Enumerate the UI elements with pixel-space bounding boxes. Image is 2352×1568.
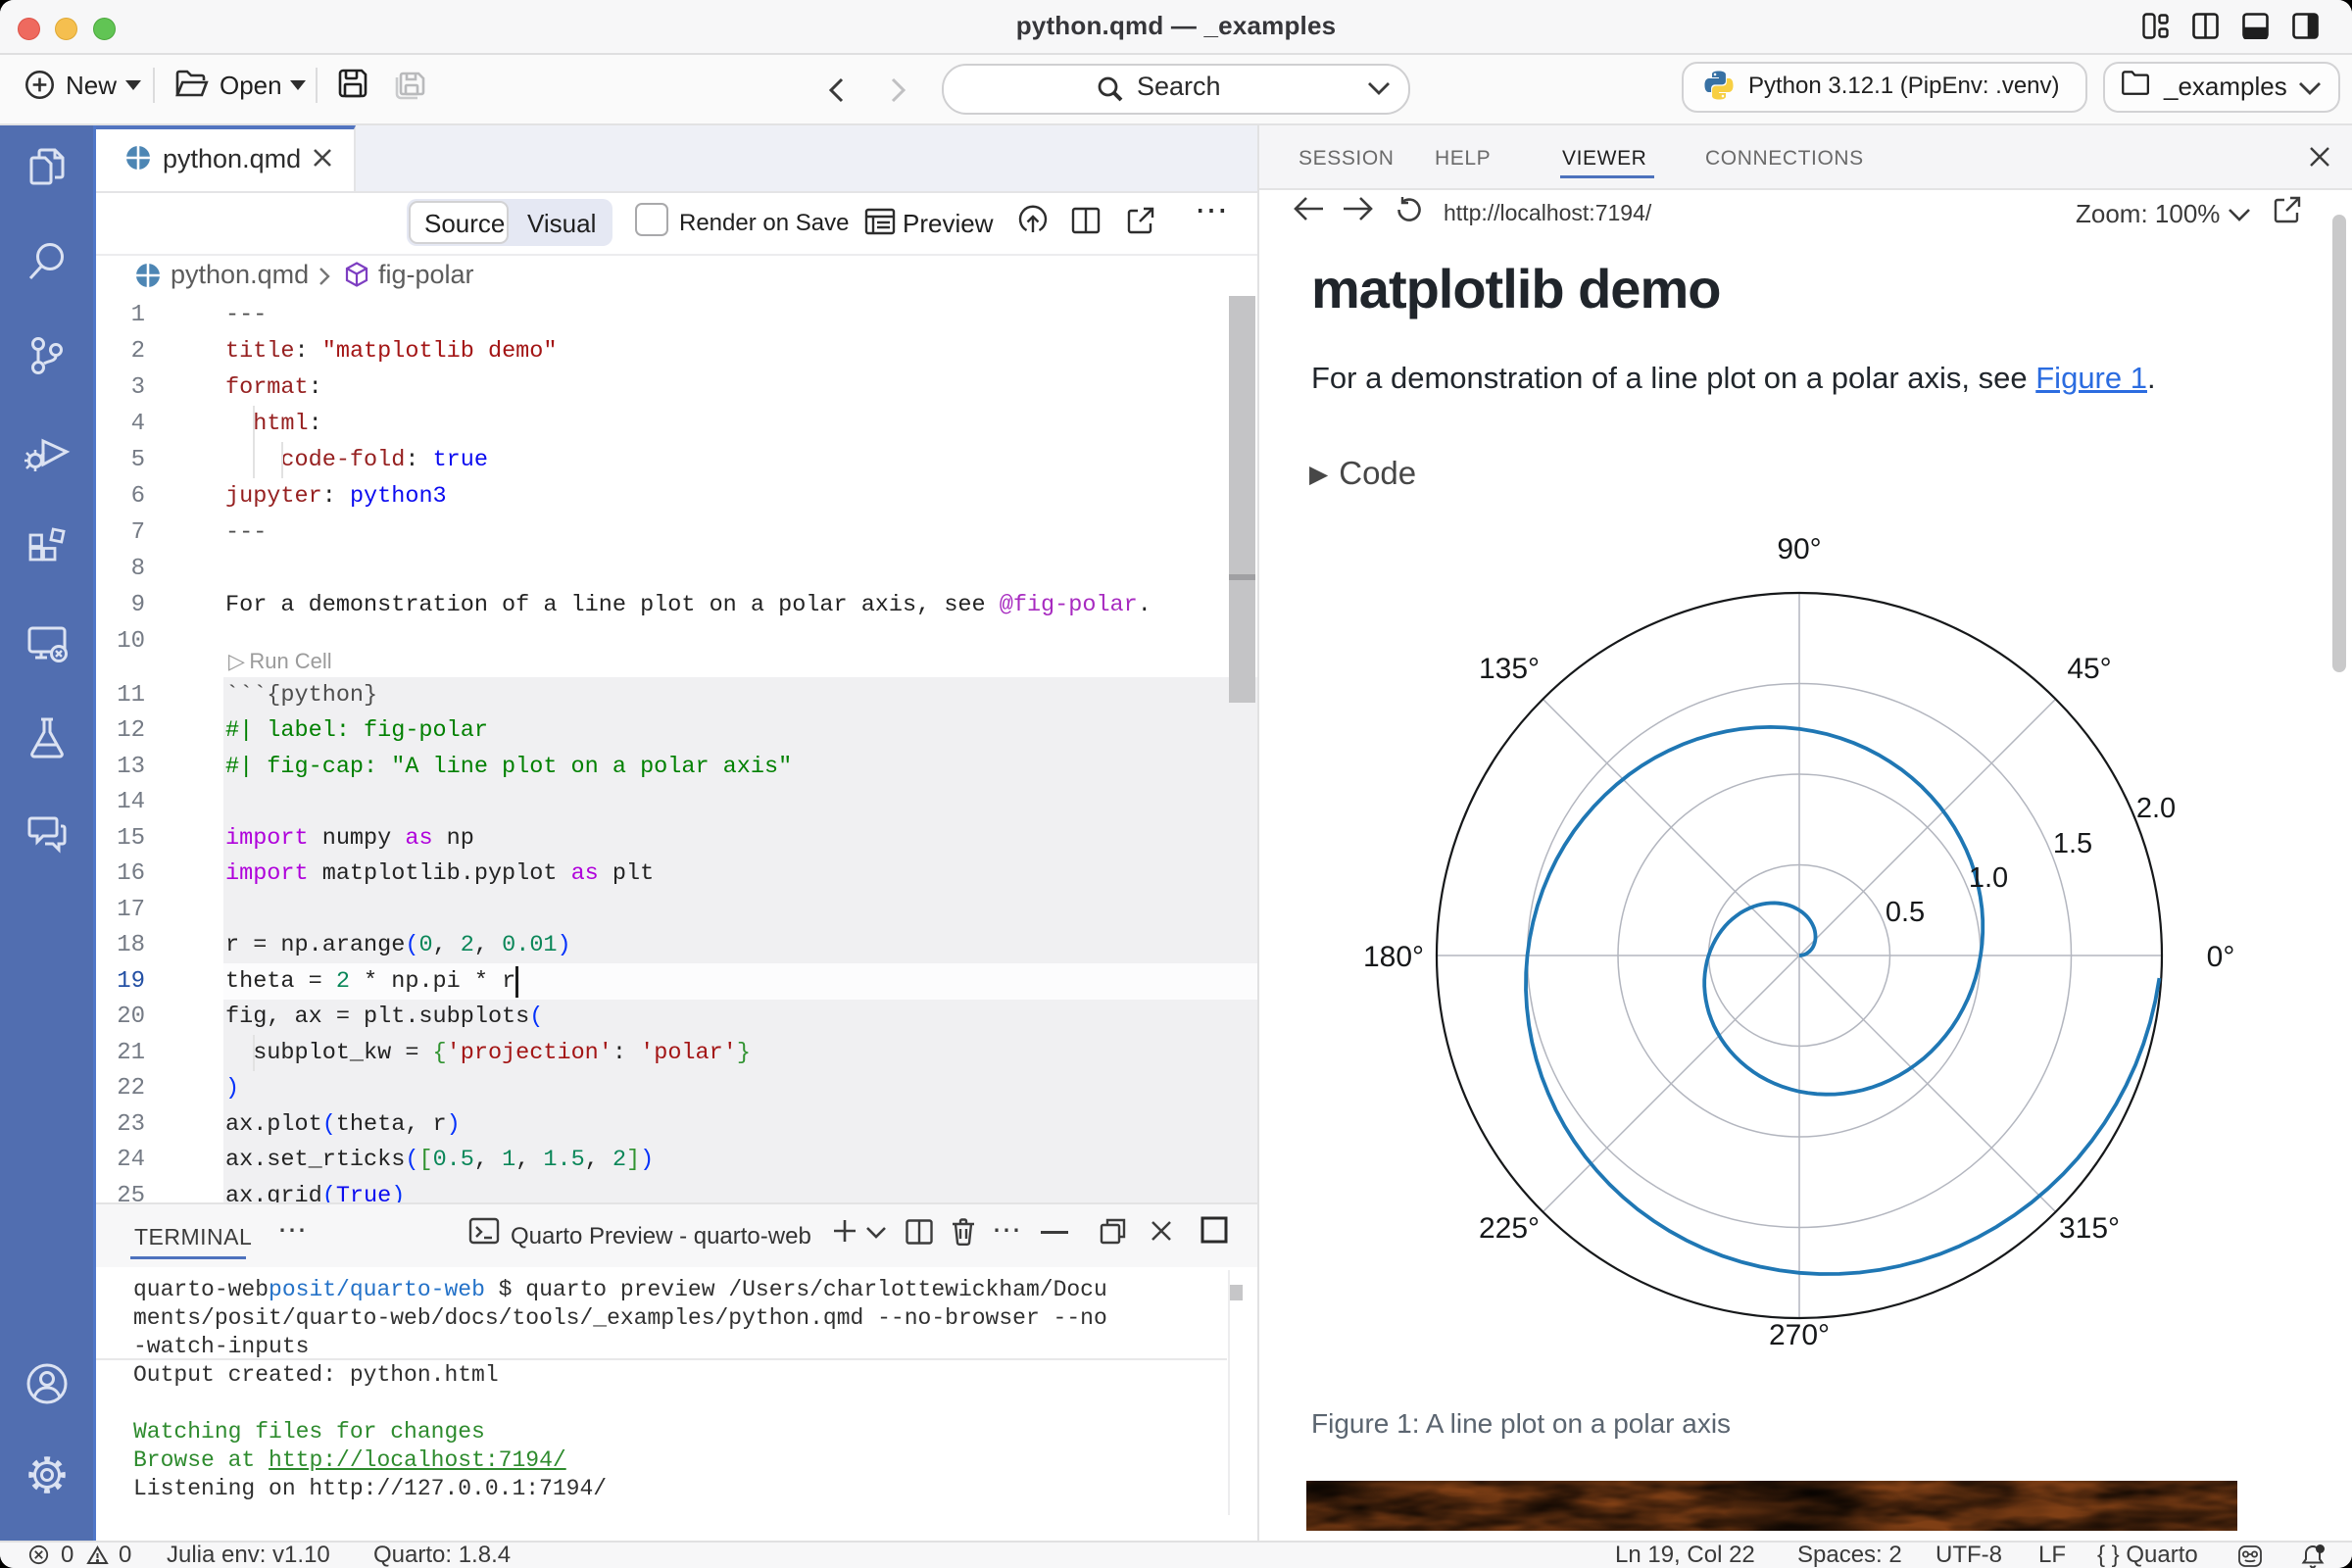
svg-text:315°: 315° <box>2059 1212 2120 1245</box>
svg-text:45°: 45° <box>2067 653 2111 685</box>
svg-text:90°: 90° <box>1777 533 1821 565</box>
svg-text:0.5: 0.5 <box>1886 897 1925 928</box>
svg-text:225°: 225° <box>1479 1212 1540 1245</box>
svg-text:2.0: 2.0 <box>2136 793 2176 824</box>
svg-text:135°: 135° <box>1479 653 1540 685</box>
svg-text:1.0: 1.0 <box>1969 862 2008 894</box>
svg-text:1.5: 1.5 <box>2053 828 2092 859</box>
svg-text:270°: 270° <box>1769 1319 1830 1351</box>
svg-text:180°: 180° <box>1363 941 1424 973</box>
svg-text:0°: 0° <box>2207 941 2235 973</box>
